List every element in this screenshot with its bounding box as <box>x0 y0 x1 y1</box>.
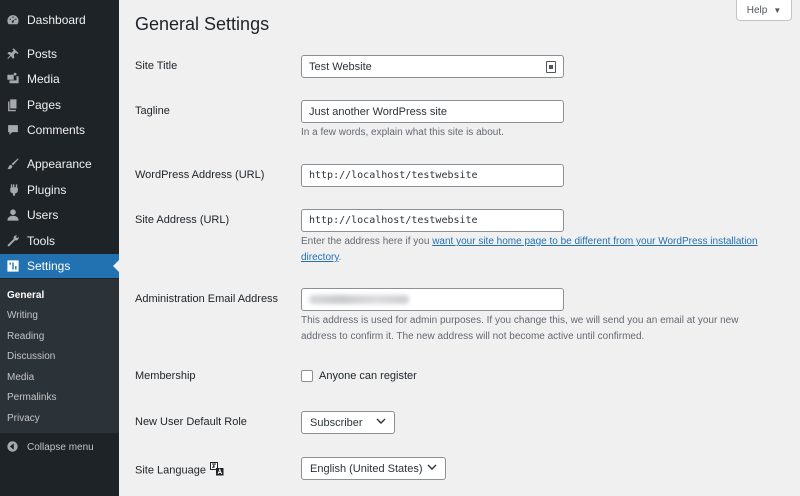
submenu-item-permalinks[interactable]: Permalinks <box>7 392 56 403</box>
plugin-icon <box>6 183 20 197</box>
site-home-different-link[interactable]: want your site home page to be different… <box>432 236 757 247</box>
site-language-value: English (United States) <box>310 462 423 475</box>
site-address-desc-suffix: . <box>338 252 342 263</box>
chevron-down-icon <box>376 416 386 429</box>
site-language-label: Site Language <box>135 464 206 477</box>
sidebar-item-plugins[interactable]: Plugins <box>0 178 119 202</box>
collapse-menu-label: Collapse menu <box>27 441 94 453</box>
submenu-item-writing[interactable]: Writing <box>7 310 38 321</box>
help-tab-button[interactable]: Help ▼ <box>736 0 792 21</box>
sidebar-item-appearance[interactable]: Appearance <box>0 152 119 176</box>
sidebar-item-label: Tools <box>27 234 56 248</box>
settings-icon <box>6 259 20 273</box>
caret-down-icon: ▼ <box>773 5 782 15</box>
sidebar-item-media[interactable]: Media <box>0 67 119 91</box>
site-address-desc-prefix: Enter the address here if you <box>301 236 433 247</box>
settings-submenu: General Writing Reading Discussion Media… <box>0 279 119 433</box>
user-icon <box>6 208 20 222</box>
admin-email-desc-line2b: The new address will not become active u… <box>396 331 645 342</box>
wordpress-address-label: WordPress Address (URL) <box>135 169 265 181</box>
contact-card-icon[interactable] <box>546 61 556 73</box>
default-role-value: Subscriber <box>310 416 363 429</box>
tagline-value: Just another WordPress site <box>309 105 447 118</box>
membership-checkbox-row: Anyone can register <box>301 370 417 382</box>
submenu-item-general[interactable]: General <box>7 290 44 301</box>
tagline-label: Tagline <box>135 105 170 117</box>
sidebar-item-label: Pages <box>27 98 62 112</box>
sidebar-item-label: Comments <box>27 123 86 137</box>
pages-icon <box>6 98 20 112</box>
translation-icon <box>209 462 224 479</box>
pin-icon <box>6 47 20 61</box>
site-address-value: http://localhost/testwebsite <box>309 215 478 226</box>
site-title-value: Test Website <box>309 60 372 73</box>
site-address-input[interactable]: http://localhost/testwebsite <box>301 209 564 232</box>
site-language-label-wrap: Site Language <box>135 462 224 479</box>
sidebar-item-label: Users <box>27 208 59 222</box>
site-language-select[interactable]: English (United States) <box>301 457 446 480</box>
admin-email-description: This address is used for admin purposes.… <box>301 313 791 345</box>
sidebar-item-label: Plugins <box>27 183 67 197</box>
tagline-input[interactable]: Just another WordPress site <box>301 100 564 123</box>
membership-label: Membership <box>135 370 196 382</box>
anyone-can-register-label[interactable]: Anyone can register <box>319 370 417 382</box>
sidebar-item-users[interactable]: Users <box>0 203 119 227</box>
collapse-menu-button[interactable]: Collapse menu <box>0 436 119 458</box>
sidebar-item-pages[interactable]: Pages <box>0 93 119 117</box>
sidebar-item-label: Settings <box>27 259 71 273</box>
sidebar-item-label: Media <box>27 72 60 86</box>
admin-email-desc-line2a: address to confirm it. <box>301 331 397 342</box>
chevron-down-icon <box>427 462 437 475</box>
submenu-item-reading[interactable]: Reading <box>7 331 44 342</box>
site-home-different-link-cont[interactable]: directory <box>301 252 339 263</box>
collapse-arrow-icon <box>6 440 20 454</box>
sidebar-item-tools[interactable]: Tools <box>0 229 119 253</box>
help-label: Help <box>746 4 768 16</box>
media-icon <box>6 72 20 86</box>
submenu-item-privacy[interactable]: Privacy <box>7 413 40 424</box>
submenu-item-media[interactable]: Media <box>7 372 34 383</box>
sidebar-item-posts[interactable]: Posts <box>0 42 119 66</box>
wordpress-address-value: http://localhost/testwebsite <box>309 170 478 181</box>
default-role-label: New User Default Role <box>135 416 247 428</box>
sidebar-item-label: Appearance <box>27 157 92 171</box>
blurred-email-value <box>309 295 409 304</box>
submenu-item-discussion[interactable]: Discussion <box>7 351 55 362</box>
sidebar-item-dashboard[interactable]: Dashboard <box>0 8 119 32</box>
admin-email-desc-line1: This address is used for admin purposes.… <box>301 315 739 326</box>
admin-email-label: Administration Email Address <box>135 293 279 305</box>
tagline-description: In a few words, explain what this site i… <box>301 127 504 138</box>
page-title: General Settings <box>135 14 270 34</box>
active-indicator-arrow <box>113 260 119 272</box>
default-role-select[interactable]: Subscriber <box>301 411 395 434</box>
site-address-description: Enter the address here if you want your … <box>301 234 791 266</box>
comment-icon <box>6 123 20 137</box>
site-title-label: Site Title <box>135 60 178 72</box>
sidebar-item-label: Dashboard <box>27 13 86 27</box>
sidebar-item-label: Posts <box>27 47 58 61</box>
site-title-input[interactable]: Test Website <box>301 55 564 78</box>
admin-email-input[interactable] <box>301 288 564 311</box>
wrench-icon <box>6 234 20 248</box>
dashboard-icon <box>6 13 20 27</box>
anyone-can-register-checkbox[interactable] <box>301 370 313 382</box>
site-address-label: Site Address (URL) <box>135 214 230 226</box>
wordpress-address-input[interactable]: http://localhost/testwebsite <box>301 164 564 187</box>
paintbrush-icon <box>6 157 20 171</box>
sidebar-item-settings[interactable]: Settings <box>0 254 119 278</box>
sidebar-item-comments[interactable]: Comments <box>0 118 119 142</box>
admin-sidebar: Dashboard Posts Media Pages Comments App… <box>0 0 119 496</box>
